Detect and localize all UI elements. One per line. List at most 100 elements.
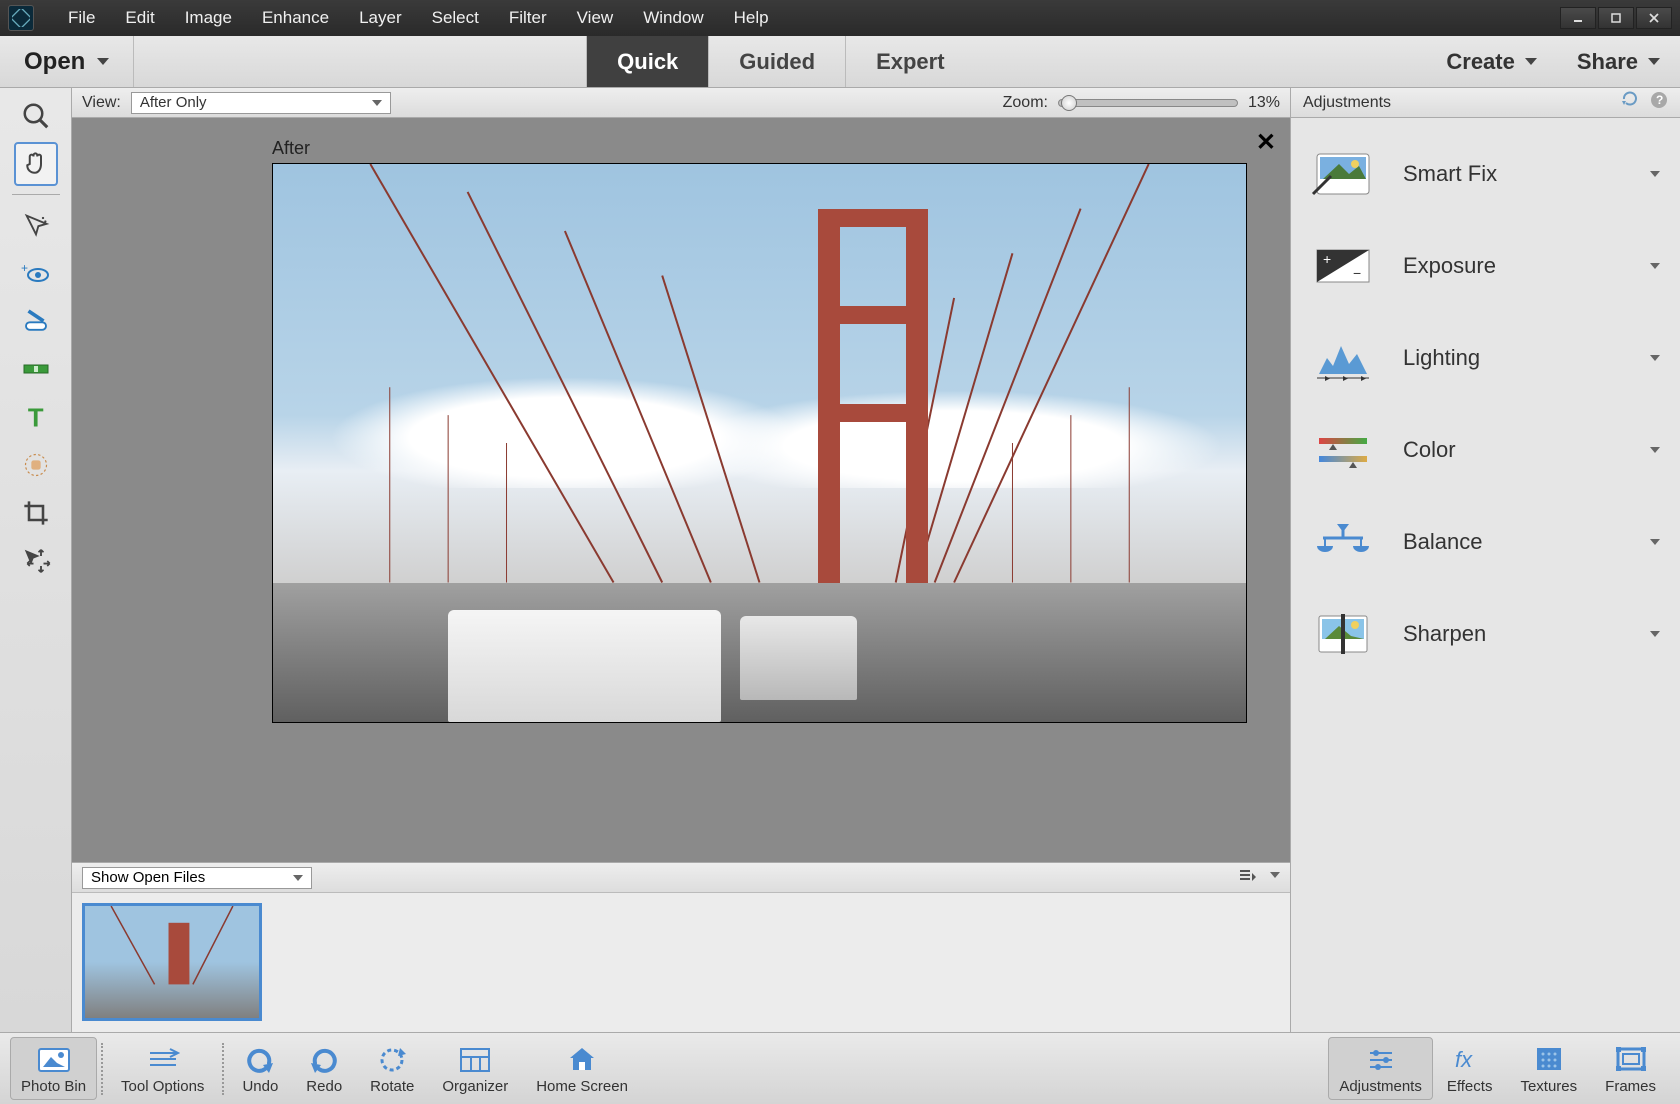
redo-icon (307, 1042, 341, 1076)
reset-icon[interactable] (1620, 91, 1640, 114)
zoom-label: Zoom: (1003, 94, 1048, 112)
bin-filter-dropdown[interactable]: Show Open Files (82, 867, 312, 889)
chevron-down-icon (1650, 631, 1660, 637)
create-dropdown[interactable]: Create (1426, 36, 1556, 87)
help-icon[interactable]: ? (1650, 91, 1668, 114)
chevron-down-icon (372, 100, 382, 106)
svg-text:−: − (1353, 265, 1361, 281)
effects-icon: fx (1453, 1042, 1487, 1076)
menu-edit[interactable]: Edit (111, 3, 168, 33)
smartfix-icon (1311, 150, 1375, 198)
share-dropdown[interactable]: Share (1557, 36, 1680, 87)
mode-expert[interactable]: Expert (845, 36, 974, 87)
open-dropdown[interactable]: Open (0, 36, 134, 87)
svg-text:?: ? (1656, 93, 1663, 107)
quick-select-tool[interactable] (14, 203, 58, 247)
menu-enhance[interactable]: Enhance (248, 3, 343, 33)
photo-bin-button[interactable]: Photo Bin (10, 1037, 97, 1100)
organizer-button[interactable]: Organizer (428, 1042, 522, 1095)
chevron-down-icon (97, 58, 109, 65)
menu-help[interactable]: Help (720, 3, 783, 33)
view-label: View: (82, 94, 121, 112)
frames-icon (1615, 1042, 1647, 1076)
share-label: Share (1577, 49, 1638, 75)
svg-text:fx: fx (1455, 1047, 1473, 1072)
canvas-area[interactable]: After ✕ (72, 118, 1290, 862)
chevron-down-icon (293, 875, 303, 881)
photo-canvas[interactable] (272, 163, 1247, 723)
chevron-down-icon (1525, 58, 1537, 65)
menu-filter[interactable]: Filter (495, 3, 561, 33)
menu-image[interactable]: Image (171, 3, 246, 33)
adjustments-icon (1366, 1042, 1396, 1076)
bottom-toolbar: Photo Bin Tool Options Undo Redo Rotate … (0, 1032, 1680, 1104)
adj-smart-fix[interactable]: Smart Fix (1297, 128, 1674, 220)
app-logo-icon (8, 5, 34, 31)
maximize-button[interactable] (1598, 7, 1634, 29)
balance-icon (1311, 518, 1375, 566)
bb-label: Rotate (370, 1078, 414, 1095)
adjustments-title: Adjustments (1303, 94, 1391, 112)
textures-tab-button[interactable]: Textures (1506, 1042, 1591, 1095)
mode-quick[interactable]: Quick (586, 36, 708, 87)
close-button[interactable] (1636, 7, 1672, 29)
move-tool[interactable] (14, 539, 58, 583)
frames-tab-button[interactable]: Frames (1591, 1042, 1670, 1095)
chevron-down-icon (1650, 263, 1660, 269)
bb-label: Home Screen (536, 1078, 628, 1095)
chevron-down-icon (1650, 539, 1660, 545)
whiten-teeth-tool[interactable] (14, 299, 58, 343)
menu-select[interactable]: Select (418, 3, 493, 33)
adj-label: Exposure (1403, 253, 1622, 279)
adj-color[interactable]: Color (1297, 404, 1674, 496)
lighting-icon (1311, 334, 1375, 382)
crop-tool[interactable] (14, 491, 58, 535)
home-screen-button[interactable]: Home Screen (522, 1042, 642, 1095)
spot-heal-tool[interactable] (14, 443, 58, 487)
chevron-down-icon[interactable] (1270, 872, 1280, 878)
bin-menu-icon[interactable] (1238, 868, 1256, 887)
hand-tool[interactable] (14, 142, 58, 186)
tool-options-button[interactable]: Tool Options (107, 1042, 218, 1095)
straighten-tool[interactable] (14, 347, 58, 391)
adj-lighting[interactable]: Lighting (1297, 312, 1674, 404)
separator (222, 1043, 224, 1095)
view-dropdown[interactable]: After Only (131, 92, 391, 114)
open-label: Open (24, 48, 85, 76)
menu-file[interactable]: File (54, 3, 109, 33)
adj-sharpen[interactable]: Sharpen (1297, 588, 1674, 680)
chevron-down-icon (1648, 58, 1660, 65)
mode-guided[interactable]: Guided (708, 36, 845, 87)
adj-balance[interactable]: Balance (1297, 496, 1674, 588)
redo-button[interactable]: Redo (292, 1042, 356, 1095)
bb-label: Frames (1605, 1078, 1656, 1095)
adj-label: Sharpen (1403, 621, 1622, 647)
adj-label: Smart Fix (1403, 161, 1622, 187)
menu-layer[interactable]: Layer (345, 3, 416, 33)
zoom-tool[interactable] (14, 94, 58, 138)
sharpen-icon (1311, 610, 1375, 658)
svg-text:+: + (21, 262, 28, 275)
photo-bin-thumbnail[interactable] (82, 903, 262, 1021)
exposure-icon: +− (1311, 242, 1375, 290)
titlebar: File Edit Image Enhance Layer Select Fil… (0, 0, 1680, 36)
close-document-icon[interactable]: ✕ (1256, 128, 1276, 157)
effects-tab-button[interactable]: fx Effects (1433, 1042, 1507, 1095)
mode-bar: Open Quick Guided Expert Create Share (0, 36, 1680, 88)
zoom-slider[interactable] (1058, 99, 1238, 107)
menu-window[interactable]: Window (629, 3, 717, 33)
chevron-down-icon (1650, 447, 1660, 453)
redeye-tool[interactable]: + (14, 251, 58, 295)
minimize-button[interactable] (1560, 7, 1596, 29)
rotate-button[interactable]: Rotate (356, 1042, 428, 1095)
undo-button[interactable]: Undo (228, 1042, 292, 1095)
type-tool[interactable]: T (14, 395, 58, 439)
bb-label: Redo (306, 1078, 342, 1095)
menu-view[interactable]: View (563, 3, 628, 33)
adjustments-panel: Adjustments ? Smart Fix +− Exposure (1290, 88, 1680, 1032)
adjustments-tab-button[interactable]: Adjustments (1328, 1037, 1433, 1100)
bb-label: Textures (1520, 1078, 1577, 1095)
adj-exposure[interactable]: +− Exposure (1297, 220, 1674, 312)
bb-label: Organizer (442, 1078, 508, 1095)
zoom-slider-thumb[interactable] (1061, 95, 1077, 111)
